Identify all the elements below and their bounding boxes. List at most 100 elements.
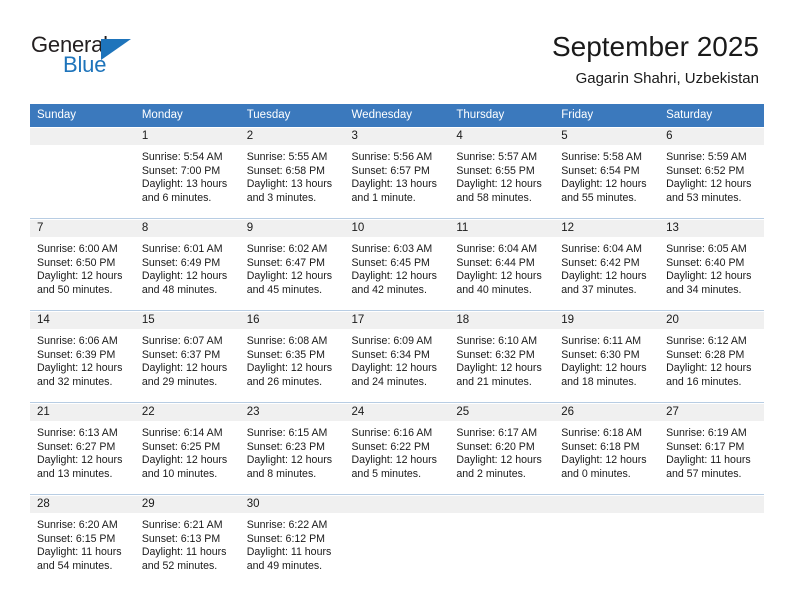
calendar-day-cell[interactable]: 16 Sunrise: 6:08 AM Sunset: 6:35 PM Dayligh… bbox=[239, 311, 345, 402]
calendar-day-cell[interactable]: 17 Sunrise: 6:09 AM Sunset: 6:34 PM Dayligh… bbox=[344, 311, 450, 402]
day-cell-inner bbox=[554, 496, 660, 586]
calendar-day-cell[interactable]: 20 Sunrise: 6:12 AM Sunset: 6:28 PM Dayligh… bbox=[659, 311, 764, 402]
day-details: Sunrise: 6:21 AM Sunset: 6:13 PM Daylight:… bbox=[135, 513, 240, 573]
day-details: Sunrise: 6:06 AM Sunset: 6:39 PM Daylight:… bbox=[30, 329, 135, 389]
calendar-day-cell[interactable]: 23 Sunrise: 6:15 AM Sunset: 6:23 PM Dayligh… bbox=[239, 403, 345, 494]
day-cell-inner: 24 Sunrise: 6:16 AM Sunset: 6:22 PM Dayligh… bbox=[344, 404, 450, 494]
daylight-text-line1: Daylight: 12 hours bbox=[37, 270, 123, 283]
sunset-text: Sunset: 6:15 PM bbox=[37, 532, 116, 545]
day-number: 15 bbox=[134, 312, 240, 329]
calendar-day-cell[interactable]: 5 Sunrise: 5:58 AM Sunset: 6:54 PM Daylight… bbox=[554, 127, 660, 218]
calendar-day-cell[interactable]: 4 Sunrise: 5:57 AM Sunset: 6:55 PM Daylight… bbox=[449, 127, 555, 218]
daylight-text-line2: and 52 minutes. bbox=[141, 559, 218, 572]
day-number: 2 bbox=[239, 128, 345, 145]
sunset-text: Sunset: 6:30 PM bbox=[561, 348, 640, 361]
daylight-text-line2: and 3 minutes. bbox=[246, 191, 317, 204]
calendar-day-cell[interactable]: 13 Sunrise: 6:05 AM Sunset: 6:40 PM Dayligh… bbox=[659, 219, 764, 310]
sunset-text: Sunset: 6:49 PM bbox=[141, 256, 221, 269]
calendar-day-cell[interactable]: 30 Sunrise: 6:22 AM Sunset: 6:12 PM Dayligh… bbox=[239, 495, 345, 586]
day-cell-inner: 10 Sunrise: 6:03 AM Sunset: 6:45 PM Dayligh… bbox=[344, 220, 450, 310]
calendar-day-cell[interactable]: 6 Sunrise: 5:59 AM Sunset: 6:52 PM Daylight… bbox=[659, 127, 764, 218]
daylight-text-line2: and 24 minutes. bbox=[351, 375, 427, 388]
calendar-day-cell[interactable]: 19 Sunrise: 6:11 AM Sunset: 6:30 PM Dayligh… bbox=[554, 311, 660, 402]
day-number: 27 bbox=[659, 404, 764, 421]
day-cell-inner: 28 Sunrise: 6:20 AM Sunset: 6:15 PM Dayligh… bbox=[30, 496, 135, 586]
day-cell-inner bbox=[344, 496, 450, 586]
calendar-week-row: 14 Sunrise: 6:06 AM Sunset: 6:39 PM Dayligh… bbox=[30, 311, 764, 402]
day-details: Sunrise: 5:58 AM Sunset: 6:54 PM Daylight:… bbox=[554, 145, 659, 205]
daylight-text-line2: and 55 minutes. bbox=[561, 191, 637, 204]
day-number: 17 bbox=[344, 312, 450, 329]
calendar-day-cell[interactable]: 9 Sunrise: 6:02 AM Sunset: 6:47 PM Daylight… bbox=[239, 219, 345, 310]
daylight-text-line2: and 57 minutes. bbox=[666, 467, 742, 480]
weekday-header-sunday: Sunday bbox=[30, 104, 135, 128]
day-cell-inner: 22 Sunrise: 6:14 AM Sunset: 6:25 PM Dayligh… bbox=[134, 404, 240, 494]
sunset-text: Sunset: 6:39 PM bbox=[37, 348, 116, 361]
calendar-header-row: Sunday Monday Tuesday Wednesday Thursday… bbox=[30, 104, 764, 128]
calendar-day-cell[interactable]: 22 Sunrise: 6:14 AM Sunset: 6:25 PM Dayligh… bbox=[134, 403, 240, 494]
weekday-header-tuesday: Tuesday bbox=[239, 104, 345, 128]
daylight-text-line2: and 53 minutes. bbox=[666, 191, 742, 204]
page-header: General Blue September 2025 Gagarin Shah… bbox=[0, 0, 792, 100]
day-details: Sunrise: 6:13 AM Sunset: 6:27 PM Daylight:… bbox=[30, 421, 135, 481]
calendar-day-cell[interactable]: 8 Sunrise: 6:01 AM Sunset: 6:49 PM Daylight… bbox=[134, 219, 240, 310]
sunrise-text: Sunrise: 6:21 AM bbox=[141, 519, 223, 531]
day-number: 9 bbox=[239, 220, 345, 237]
calendar-day-cell[interactable]: 14 Sunrise: 6:06 AM Sunset: 6:39 PM Dayligh… bbox=[30, 311, 135, 402]
calendar-day-cell[interactable]: 25 Sunrise: 6:17 AM Sunset: 6:20 PM Dayligh… bbox=[449, 403, 555, 494]
day-cell-inner: 5 Sunrise: 5:58 AM Sunset: 6:54 PM Daylight… bbox=[554, 128, 660, 218]
sunrise-text: Sunrise: 6:09 AM bbox=[351, 335, 433, 347]
sunset-text: Sunset: 6:42 PM bbox=[561, 256, 640, 269]
calendar-day-cell[interactable]: 10 Sunrise: 6:03 AM Sunset: 6:45 PM Dayligh… bbox=[344, 219, 450, 310]
day-cell-inner: 29 Sunrise: 6:21 AM Sunset: 6:13 PM Dayligh… bbox=[134, 496, 240, 586]
daylight-text-line1: Daylight: 12 hours bbox=[351, 270, 437, 283]
sunset-text: Sunset: 6:40 PM bbox=[666, 256, 745, 269]
calendar-day-cell-empty bbox=[449, 495, 555, 586]
calendar-day-cell[interactable]: 29 Sunrise: 6:21 AM Sunset: 6:13 PM Dayligh… bbox=[134, 495, 240, 586]
daylight-text-line2: and 34 minutes. bbox=[666, 283, 742, 296]
daylight-text-line1: Daylight: 12 hours bbox=[37, 362, 123, 375]
sunrise-text: Sunrise: 6:08 AM bbox=[246, 335, 328, 347]
sunrise-text: Sunrise: 5:56 AM bbox=[351, 151, 433, 163]
daylight-text-line1: Daylight: 13 hours bbox=[351, 178, 437, 191]
general-blue-logo[interactable]: General Blue bbox=[31, 33, 141, 81]
daylight-text-line1: Daylight: 12 hours bbox=[351, 362, 437, 375]
daylight-text-line2: and 1 minute. bbox=[351, 191, 416, 204]
calendar-day-cell[interactable]: 3 Sunrise: 5:56 AM Sunset: 6:57 PM Daylight… bbox=[344, 127, 450, 218]
calendar-day-cell[interactable]: 15 Sunrise: 6:07 AM Sunset: 6:37 PM Dayligh… bbox=[134, 311, 240, 402]
sunset-text: Sunset: 6:13 PM bbox=[141, 532, 221, 545]
calendar-day-cell[interactable]: 1 Sunrise: 5:54 AM Sunset: 7:00 PM Daylight… bbox=[134, 127, 240, 218]
day-details: Sunrise: 6:02 AM Sunset: 6:47 PM Daylight:… bbox=[240, 237, 345, 297]
daylight-text-line2: and 21 minutes. bbox=[456, 375, 532, 388]
day-number: 7 bbox=[30, 220, 135, 237]
day-cell-inner: 16 Sunrise: 6:08 AM Sunset: 6:35 PM Dayligh… bbox=[239, 312, 345, 402]
calendar-day-cell[interactable]: 11 Sunrise: 6:04 AM Sunset: 6:44 PM Dayligh… bbox=[449, 219, 555, 310]
sunrise-text: Sunrise: 6:01 AM bbox=[141, 243, 223, 255]
calendar-day-cell[interactable]: 7 Sunrise: 6:00 AM Sunset: 6:50 PM Daylight… bbox=[30, 219, 135, 310]
daylight-text-line1: Daylight: 11 hours bbox=[246, 546, 332, 559]
daylight-text-line2: and 54 minutes. bbox=[37, 559, 113, 572]
weekday-header-friday: Friday bbox=[554, 104, 660, 128]
sunset-text: Sunset: 6:22 PM bbox=[351, 440, 430, 453]
day-details: Sunrise: 6:17 AM Sunset: 6:20 PM Daylight:… bbox=[449, 421, 554, 481]
calendar-day-cell[interactable]: 24 Sunrise: 6:16 AM Sunset: 6:22 PM Dayligh… bbox=[344, 403, 450, 494]
calendar-day-cell[interactable]: 18 Sunrise: 6:10 AM Sunset: 6:32 PM Dayligh… bbox=[449, 311, 555, 402]
calendar-day-cell-empty bbox=[30, 127, 135, 218]
calendar-day-cell[interactable]: 2 Sunrise: 5:55 AM Sunset: 6:58 PM Daylight… bbox=[239, 127, 345, 218]
calendar-day-cell[interactable]: 12 Sunrise: 6:04 AM Sunset: 6:42 PM Dayligh… bbox=[554, 219, 660, 310]
daylight-text-line1: Daylight: 12 hours bbox=[561, 270, 647, 283]
sunset-text: Sunset: 6:17 PM bbox=[666, 440, 745, 453]
daylight-text-line1: Daylight: 12 hours bbox=[561, 362, 647, 375]
day-details: Sunrise: 6:18 AM Sunset: 6:18 PM Daylight:… bbox=[554, 421, 659, 481]
daylight-text-line1: Daylight: 12 hours bbox=[666, 270, 752, 283]
page-title: September 2025 bbox=[551, 31, 759, 62]
daylight-text-line1: Daylight: 13 hours bbox=[141, 178, 228, 191]
sunset-text: Sunset: 6:27 PM bbox=[37, 440, 116, 453]
sunset-text: Sunset: 6:20 PM bbox=[456, 440, 535, 453]
calendar-day-cell[interactable]: 21 Sunrise: 6:13 AM Sunset: 6:27 PM Dayligh… bbox=[30, 403, 135, 494]
day-details: Sunrise: 6:22 AM Sunset: 6:12 PM Daylight:… bbox=[240, 513, 345, 573]
daylight-text-line2: and 5 minutes. bbox=[351, 467, 422, 480]
calendar-day-cell[interactable]: 26 Sunrise: 6:18 AM Sunset: 6:18 PM Dayligh… bbox=[554, 403, 660, 494]
calendar-day-cell[interactable]: 27 Sunrise: 6:19 AM Sunset: 6:17 PM Dayligh… bbox=[659, 403, 764, 494]
calendar-day-cell[interactable]: 28 Sunrise: 6:20 AM Sunset: 6:15 PM Dayligh… bbox=[30, 495, 135, 586]
